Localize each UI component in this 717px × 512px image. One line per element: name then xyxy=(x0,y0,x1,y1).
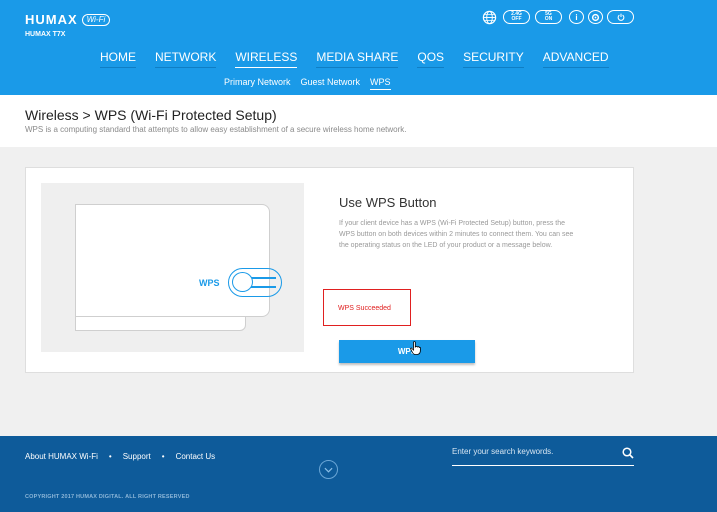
nav-wireless[interactable]: WIRELESS xyxy=(235,50,298,68)
subnav-guest-network[interactable]: Guest Network xyxy=(301,77,361,90)
footer-link-support[interactable]: Support xyxy=(123,452,151,461)
toggle-knob xyxy=(232,272,253,292)
card-instructions: If your client device has a WPS (Wi-Fi P… xyxy=(339,220,574,249)
info-icon[interactable]: i xyxy=(569,10,584,24)
wps-illustration: WPS xyxy=(41,183,304,352)
globe-icon[interactable] xyxy=(482,10,497,24)
band-5g-label: 5G ON xyxy=(544,11,553,22)
nav-qos[interactable]: QOS xyxy=(417,50,445,68)
wifi-badge: Wi-Fi xyxy=(81,13,111,26)
nav-network[interactable]: NETWORK xyxy=(155,50,217,68)
settings-icon[interactable] xyxy=(588,10,603,24)
nav-advanced[interactable]: ADVANCED xyxy=(542,50,609,68)
humax-logo[interactable]: HUMAX Wi-Fi xyxy=(25,12,111,27)
hand-cursor-icon xyxy=(410,341,421,355)
footer-link-contact[interactable]: Contact Us xyxy=(176,452,216,461)
page-description: WPS is a computing standard that attempt… xyxy=(25,125,407,134)
page-title: Wireless > WPS (Wi-Fi Protected Setup) xyxy=(25,107,277,123)
footer-search xyxy=(452,444,634,466)
illustration-wps-label: WPS xyxy=(199,278,220,288)
subnav-primary-network[interactable]: Primary Network xyxy=(224,77,291,90)
wps-button[interactable]: WPS xyxy=(339,340,475,363)
nav-media-share[interactable]: MEDIA SHARE xyxy=(316,50,399,68)
footer-links: About HUMAX Wi-Fi • Support • Contact Us xyxy=(25,452,215,461)
card-heading: Use WPS Button xyxy=(339,195,437,210)
main-nav: HOME NETWORK WIRELESS MEDIA SHARE QOS SE… xyxy=(100,50,628,68)
sub-nav: Primary Network Guest Network WPS xyxy=(224,77,401,90)
footer: About HUMAX Wi-Fi • Support • Contact Us… xyxy=(0,436,717,512)
nav-security[interactable]: SECURITY xyxy=(463,50,524,68)
status-message-box: WPS Succeeded xyxy=(323,289,411,326)
footer-link-about[interactable]: About HUMAX Wi-Fi xyxy=(25,452,98,461)
search-icon[interactable] xyxy=(622,447,634,459)
footer-separator: • xyxy=(108,452,112,461)
power-icon[interactable] xyxy=(607,10,634,24)
chevron-down-icon xyxy=(324,467,333,473)
copyright: COPYRIGHT 2017 HUMAX DIGITAL. ALL RIGHT … xyxy=(25,494,190,500)
title-bar: Wireless > WPS (Wi-Fi Protected Setup) W… xyxy=(0,95,717,147)
wps-switch-icon xyxy=(228,268,282,297)
header: HUMAX Wi-Fi HUMAX T7X 2.4G OFF 5G ON i H… xyxy=(0,0,717,95)
band-2g-icon[interactable]: 2.4G OFF xyxy=(503,10,530,24)
info-glyph: i xyxy=(575,12,578,22)
subnav-wps[interactable]: WPS xyxy=(370,77,391,90)
brand-name: HUMAX xyxy=(25,12,78,27)
model-name: HUMAX T7X xyxy=(25,31,66,38)
search-input[interactable] xyxy=(452,447,602,456)
footer-separator: • xyxy=(161,452,165,461)
band-2g-label: 2.4G OFF xyxy=(511,11,522,22)
band-5g-icon[interactable]: 5G ON xyxy=(535,10,562,24)
nav-home[interactable]: HOME xyxy=(100,50,136,68)
device-front-panel: WPS xyxy=(75,204,282,317)
scroll-down-button[interactable] xyxy=(319,460,338,479)
status-message: WPS Succeeded xyxy=(338,305,391,312)
wps-card: WPS Use WPS Button If your client device… xyxy=(25,167,634,373)
